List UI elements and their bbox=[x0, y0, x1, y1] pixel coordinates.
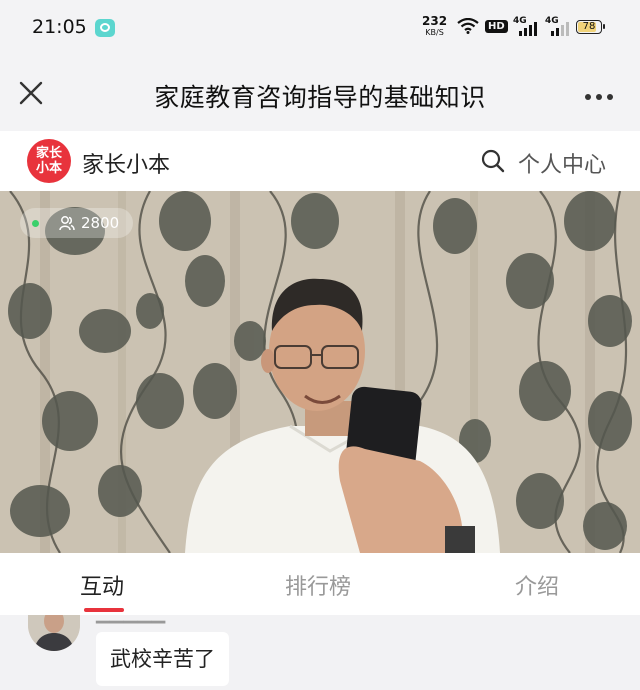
tab-introduction[interactable]: 介绍 bbox=[515, 569, 559, 601]
status-bar: 21:05 232 KB/S HD 4G 4G 78 bbox=[0, 0, 640, 56]
user-center-link[interactable]: 个人中心 bbox=[518, 147, 606, 179]
tab-interaction[interactable]: 互动 bbox=[80, 569, 124, 601]
hd-voice-icon: HD bbox=[485, 20, 508, 33]
wifi-icon bbox=[457, 17, 479, 38]
tab-bar: 互动 排行榜 介绍 bbox=[0, 553, 640, 615]
status-time: 21:05 bbox=[32, 16, 87, 38]
brand-name[interactable]: 家长小本 bbox=[82, 147, 170, 179]
brand-logo[interactable]: 家长 小本 bbox=[27, 139, 71, 183]
network-speed-value: 232 bbox=[422, 14, 448, 28]
more-options-button[interactable] bbox=[584, 86, 614, 100]
chat-message-bubble: 武校辛苦了 bbox=[96, 632, 229, 686]
network-speed: 232 KB/S bbox=[422, 14, 448, 38]
viewers-icon bbox=[59, 216, 75, 231]
search-icon bbox=[481, 149, 505, 173]
live-indicator-dot bbox=[32, 219, 39, 227]
network-speed-unit: KB/S bbox=[425, 28, 444, 37]
chat-author-name-cut: ▁▁▁▁▁ bbox=[96, 615, 165, 624]
brand-logo-line2: 小本 bbox=[35, 161, 62, 176]
viewer-count: 2800 bbox=[81, 214, 120, 232]
active-tab-indicator bbox=[84, 608, 124, 612]
tab-ranking[interactable]: 排行榜 bbox=[285, 569, 351, 601]
live-video[interactable]: 2800 bbox=[0, 191, 640, 553]
video-frame bbox=[0, 191, 640, 553]
page-title: 家庭教育咨询指导的基础知识 bbox=[154, 83, 486, 112]
title-bar: 家庭教育咨询指导的基础知识 bbox=[0, 56, 640, 131]
chat-list[interactable]: ▁▁▁▁▁ 武校辛苦了 bbox=[0, 615, 640, 690]
viewer-count-badge: 2800 bbox=[20, 208, 134, 238]
battery-icon: 78 bbox=[576, 20, 605, 34]
avatar[interactable] bbox=[28, 615, 80, 651]
brand-bar: 家长 小本 家长小本 个人中心 bbox=[0, 131, 640, 191]
more-icon bbox=[585, 94, 613, 100]
battery-level: 78 bbox=[582, 21, 596, 32]
brand-logo-line1: 家长 bbox=[35, 146, 62, 161]
search-button[interactable] bbox=[481, 149, 505, 173]
notification-app-icon bbox=[95, 19, 115, 37]
